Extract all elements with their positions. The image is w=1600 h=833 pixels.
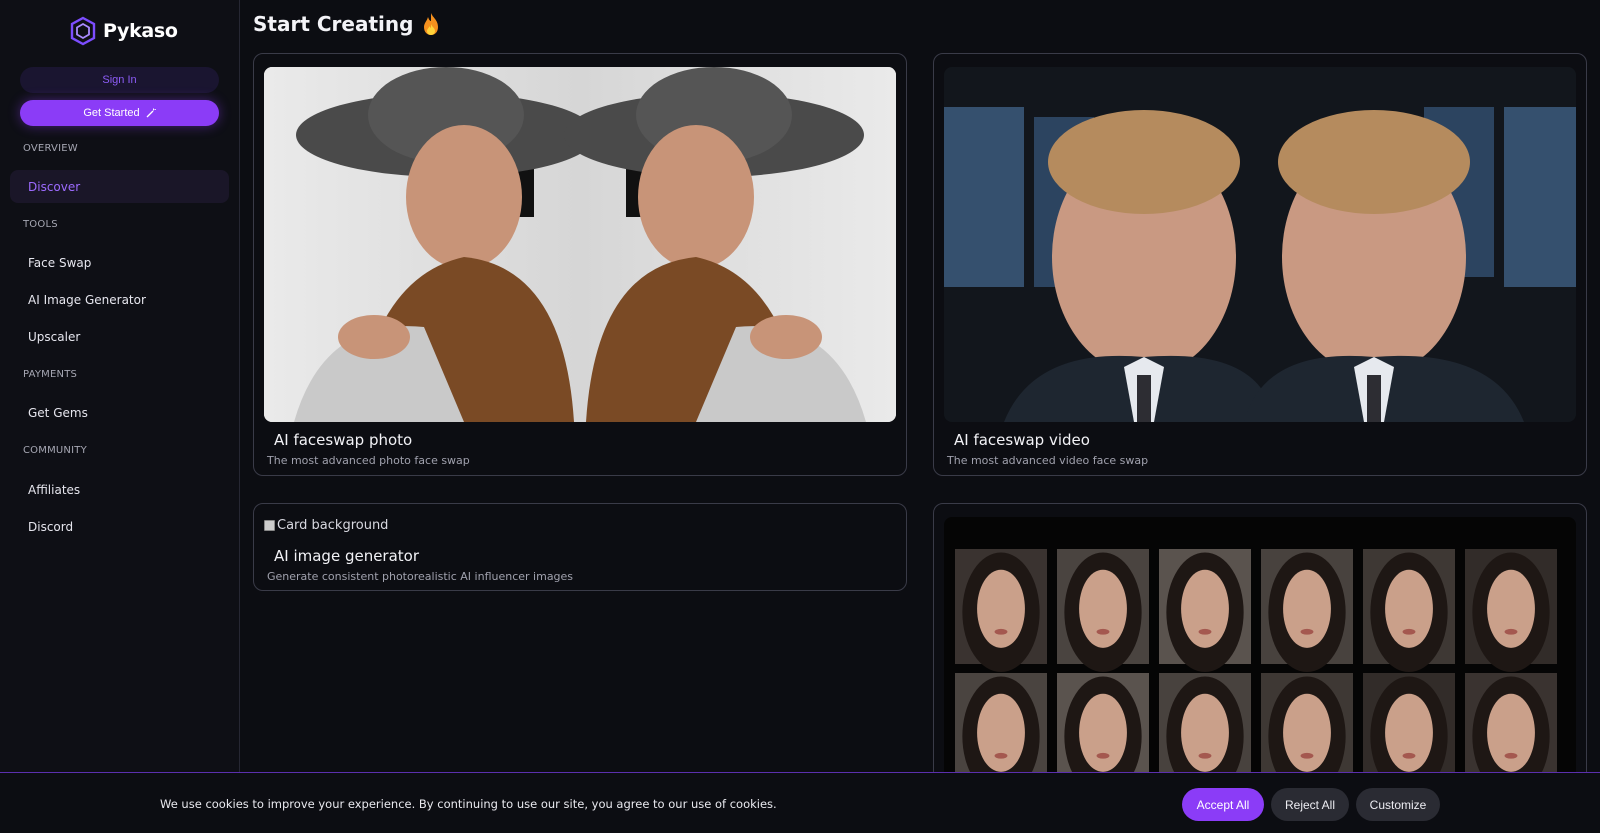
portrait-tile xyxy=(1261,549,1353,673)
card-subtitle: Generate consistent photorealistic AI in… xyxy=(267,570,574,583)
card-faceswap-photo[interactable]: AI faceswap photo The most advanced phot… xyxy=(253,53,907,476)
section-label-overview: OVERVIEW xyxy=(23,143,78,154)
sidebar-item-label: Face Swap xyxy=(28,255,92,270)
portrait-tile xyxy=(1261,673,1353,787)
fire-icon xyxy=(424,13,439,35)
customize-label: Customize xyxy=(1369,797,1427,812)
card-title: AI faceswap photo xyxy=(274,431,413,449)
broken-image-icon xyxy=(264,520,275,531)
pykaso-logo-icon xyxy=(70,16,96,46)
cookie-message: We use cookies to improve your experienc… xyxy=(160,797,777,811)
sidebar-item-label: Discord xyxy=(28,519,74,534)
sidebar-item-ai-image-generator[interactable]: AI Image Generator xyxy=(10,283,229,316)
section-label-tools: TOOLS xyxy=(23,219,58,230)
sidebar: Pykaso Sign In Get Started OVERVIEW Disc… xyxy=(0,0,240,833)
cookie-banner: We use cookies to improve your experienc… xyxy=(0,772,1600,833)
sidebar-item-label: Affiliates xyxy=(28,482,81,497)
card-subtitle: The most advanced photo face swap xyxy=(267,454,470,467)
magic-wand-icon xyxy=(146,108,156,118)
sidebar-item-label: Get Gems xyxy=(28,405,88,420)
portrait-tile xyxy=(955,673,1047,787)
sidebar-item-face-swap[interactable]: Face Swap xyxy=(10,246,229,279)
card-title: AI image generator xyxy=(274,547,420,565)
card-image-faceswap-video xyxy=(944,67,1576,422)
card-image-faceswap-photo xyxy=(264,67,896,422)
image-alt-text: Card background xyxy=(277,518,389,533)
sidebar-item-label: Discover xyxy=(28,179,81,194)
portrait-tile xyxy=(955,549,1047,673)
get-started-label: Get Started xyxy=(83,107,140,119)
sidebar-item-label: AI Image Generator xyxy=(28,292,146,307)
portrait-tile xyxy=(1057,549,1149,673)
main-content: Start Creating AI faceswap photo The mos… xyxy=(240,0,1600,833)
portrait-tile xyxy=(1465,673,1557,787)
get-started-button[interactable]: Get Started xyxy=(20,100,219,126)
card-ai-image-generator[interactable]: Card background AI image generator Gener… xyxy=(253,503,907,591)
card-portrait-grid[interactable] xyxy=(933,503,1587,793)
portrait-tile xyxy=(1465,549,1557,673)
card-title: AI faceswap video xyxy=(954,431,1090,449)
card-subtitle: The most advanced video face swap xyxy=(947,454,1149,467)
section-label-community: COMMUNITY xyxy=(23,445,87,456)
portrait-tile xyxy=(1363,673,1455,787)
sidebar-item-upscaler[interactable]: Upscaler xyxy=(10,320,229,353)
logo-text: Pykaso xyxy=(103,20,178,42)
sidebar-item-affiliates[interactable]: Affiliates xyxy=(10,473,229,506)
customize-button[interactable]: Customize xyxy=(1356,788,1440,821)
portrait-tile xyxy=(1363,549,1455,673)
sidebar-item-label: Upscaler xyxy=(28,329,81,344)
portrait-grid-illustration xyxy=(955,549,1557,787)
portrait-tile xyxy=(1159,549,1251,673)
sidebar-item-get-gems[interactable]: Get Gems xyxy=(10,396,229,429)
faceswap-photo-illustration xyxy=(264,67,896,422)
portrait-tile xyxy=(1057,673,1149,787)
faceswap-video-illustration xyxy=(944,67,1576,422)
sign-in-label: Sign In xyxy=(102,74,137,86)
sidebar-item-discover[interactable]: Discover xyxy=(10,170,229,203)
card-background-broken-image: Card background xyxy=(264,518,388,533)
portrait-tile xyxy=(1159,673,1251,787)
reject-all-button[interactable]: Reject All xyxy=(1271,788,1349,821)
reject-all-label: Reject All xyxy=(1284,797,1336,812)
section-label-payments: PAYMENTS xyxy=(23,369,78,380)
sidebar-item-discord[interactable]: Discord xyxy=(10,510,229,543)
page-title-text: Start Creating xyxy=(253,12,414,36)
accept-all-label: Accept All xyxy=(1196,797,1250,812)
accept-all-button[interactable]: Accept All xyxy=(1182,788,1264,821)
logo[interactable]: Pykaso xyxy=(69,16,178,46)
card-faceswap-video[interactable]: AI faceswap video The most advanced vide… xyxy=(933,53,1587,476)
sign-in-button[interactable]: Sign In xyxy=(20,67,219,93)
page-title: Start Creating xyxy=(253,12,441,36)
card-image-portrait-grid xyxy=(944,517,1576,787)
